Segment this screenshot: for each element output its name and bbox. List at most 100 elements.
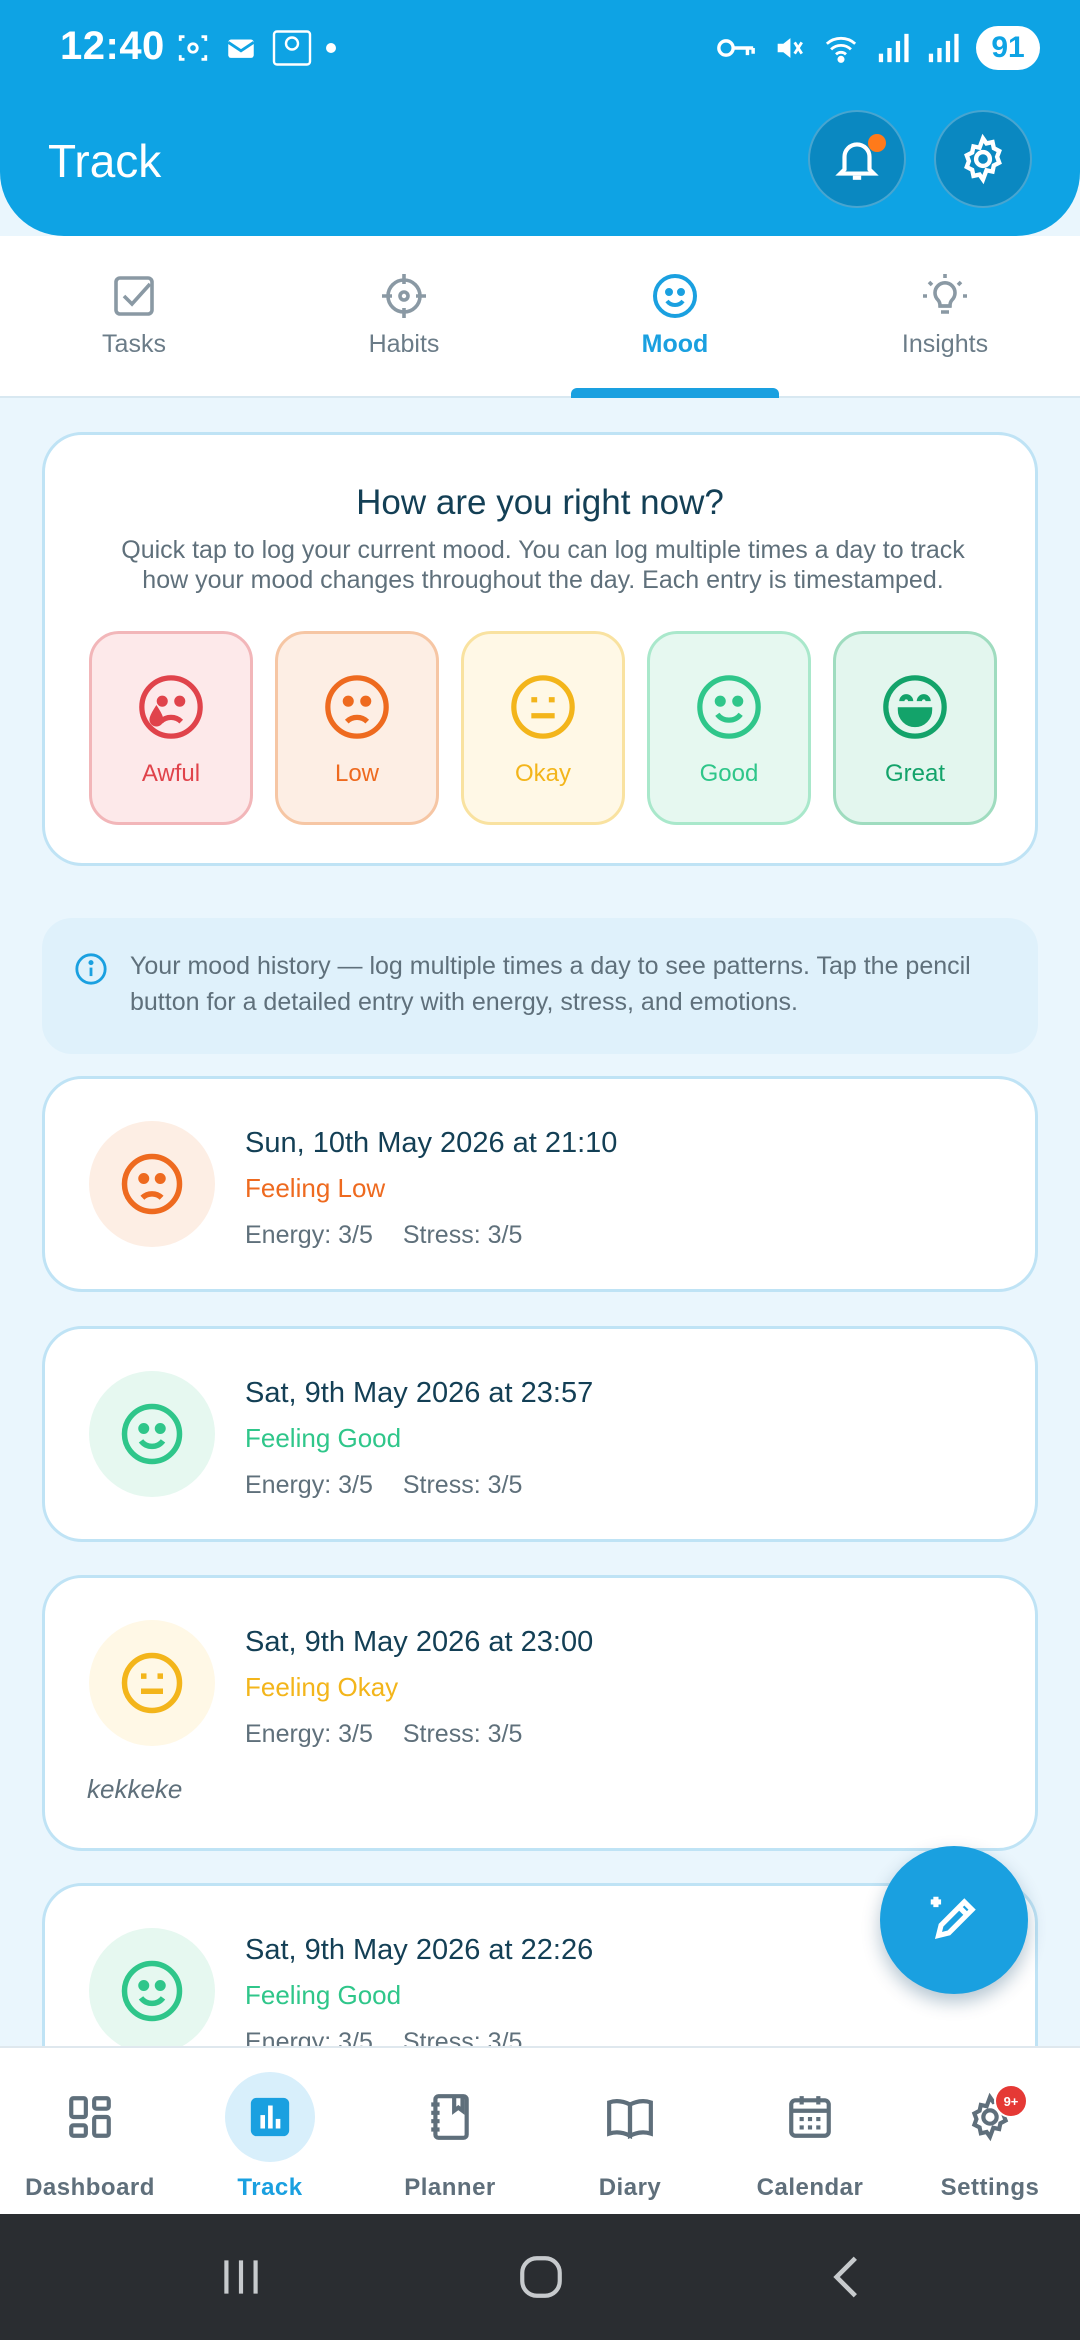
mood-okay-button[interactable]: Okay — [461, 631, 625, 825]
entry-metrics: Energy: 3/5 Stress: 3/5 — [245, 1221, 522, 1250]
lightbulb-icon — [923, 274, 967, 314]
nav-icon — [765, 2072, 855, 2162]
entry-date: Sat, 9th May 2026 at 23:00 — [245, 1626, 594, 1658]
entry-metrics: Energy: 3/5 Stress: 3/5 — [245, 1720, 522, 1749]
frown-icon — [325, 675, 389, 739]
mood-good-button[interactable]: Good — [647, 631, 811, 825]
entry-energy: Energy: 3/5 — [245, 1221, 373, 1249]
mood-label: Awful — [141, 760, 201, 787]
nav-settings[interactable]: Settings — [900, 2048, 1080, 2216]
notifications-button[interactable] — [808, 110, 906, 208]
mood-label: Great — [884, 760, 946, 787]
entry-date: Sat, 9th May 2026 at 22:26 — [245, 1934, 594, 1966]
signal-icon-2 — [928, 33, 959, 63]
mood-history-info: Your mood history — log multiple times a… — [42, 918, 1038, 1054]
entry-energy: Energy: 3/5 — [245, 1471, 373, 1499]
notification-dot — [868, 134, 886, 152]
nav-label: Dashboard — [25, 2174, 155, 2201]
nav-label: Planner — [404, 2174, 496, 2201]
mail-icon — [227, 39, 255, 58]
signal-icon — [878, 33, 909, 63]
wifi-icon — [825, 36, 857, 63]
battery-indicator: 91 — [976, 26, 1040, 70]
mood-log-title: How are you right now? — [356, 483, 724, 522]
gear-icon — [964, 133, 1002, 185]
tab-insights[interactable]: Insights — [845, 272, 1045, 359]
dashboard-icon — [69, 2096, 111, 2138]
mood-awful-button[interactable]: Awful — [89, 631, 253, 825]
nav-diary[interactable]: Diary — [540, 2048, 720, 2216]
neutral-face-icon — [121, 1652, 183, 1714]
entry-note: kekkeke — [87, 1774, 183, 1804]
nav-icon — [945, 2072, 1035, 2162]
nav-icon — [405, 2072, 495, 2162]
nav-label: Calendar — [756, 2174, 864, 2201]
status-system-icons: 91 — [716, 26, 1040, 70]
nav-dashboard[interactable]: Dashboard — [0, 2048, 180, 2216]
mood-great-button[interactable]: Great — [833, 631, 997, 825]
page-title: Track — [48, 135, 162, 187]
mood-avatar — [89, 1928, 215, 2054]
tab-habits[interactable]: Habits — [304, 272, 504, 359]
screenshot-icon — [178, 35, 208, 61]
more-dot-icon — [326, 43, 336, 53]
smile-icon — [121, 1960, 183, 2022]
nav-planner[interactable]: Planner — [360, 2048, 540, 2216]
mood-label: Okay — [514, 760, 571, 787]
home-icon — [520, 2256, 562, 2298]
track-tabs: Tasks Habits Mood Insights — [0, 236, 1080, 398]
mood-entry-card[interactable]: Sat, 9th May 2026 at 23:57 Feeling Good … — [42, 1326, 1038, 1542]
neutral-face-icon — [511, 675, 575, 739]
checkbox-icon — [114, 276, 154, 316]
tab-label: Habits — [368, 330, 440, 358]
entry-feeling: Feeling Low — [245, 1173, 386, 1203]
tab-label: Tasks — [102, 330, 166, 358]
tab-mood[interactable]: Mood — [575, 272, 775, 359]
tab-label: Insights — [901, 330, 989, 358]
mute-icon — [777, 38, 803, 58]
entry-metrics: Energy: 3/5 Stress: 3/5 — [245, 1471, 522, 1500]
entry-date: Sat, 9th May 2026 at 23:57 — [245, 1377, 594, 1409]
detailed-entry-button[interactable] — [880, 1846, 1028, 1994]
status-time: 12:40 — [60, 24, 165, 68]
frown-icon — [121, 1153, 183, 1215]
tab-tasks[interactable]: Tasks — [34, 272, 234, 359]
entry-stress: Stress: 3/5 — [402, 1221, 523, 1249]
grin-icon — [883, 675, 947, 739]
mood-log-card: How are you right now? Quick tap to log … — [42, 432, 1038, 866]
settings-button[interactable] — [934, 110, 1032, 208]
mood-entry-card[interactable]: Sun, 10th May 2026 at 21:10 Feeling Low … — [42, 1076, 1038, 1292]
recent-apps-icon — [224, 2260, 258, 2294]
entry-date: Sun, 10th May 2026 at 21:10 — [245, 1127, 618, 1159]
mood-label: Good — [699, 760, 759, 787]
bottom-navigation: Dashboard Track Planner Diary Calendar S… — [0, 2046, 1080, 2214]
pencil-sparkle-icon — [930, 1896, 976, 1940]
entry-energy: Energy: 3/5 — [245, 1720, 373, 1748]
bar-chart-icon — [250, 2097, 290, 2137]
entry-feeling: Feeling Good — [245, 1980, 402, 2010]
back-icon — [833, 2256, 857, 2298]
nav-track[interactable]: Track — [180, 2048, 360, 2216]
entry-stress: Stress: 3/5 — [402, 1471, 523, 1499]
crosshair-icon — [382, 274, 426, 318]
status-notification-icons — [176, 30, 336, 66]
notebook-icon — [431, 2094, 469, 2140]
smile-icon — [653, 274, 697, 318]
entry-feeling: Feeling Okay — [245, 1672, 399, 1702]
nav-calendar[interactable]: Calendar — [720, 2048, 900, 2216]
mood-log-description: Quick tap to log your current mood. You … — [121, 536, 965, 594]
mood-avatar — [89, 1121, 215, 1247]
crying-face-icon — [139, 675, 203, 739]
tab-label: Mood — [641, 330, 709, 358]
mood-low-button[interactable]: Low — [275, 631, 439, 825]
smile-icon — [697, 675, 761, 739]
status-bar: 12:40 91 — [0, 0, 1080, 100]
info-text: Your mood history — log multiple times a… — [130, 952, 971, 1016]
active-tab-indicator — [571, 388, 779, 398]
mood-entry-card[interactable]: Sat, 9th May 2026 at 23:00 Feeling Okay … — [42, 1575, 1038, 1851]
calendar-icon — [789, 2096, 831, 2138]
nav-icon — [585, 2072, 675, 2162]
vpn-key-icon — [717, 39, 755, 57]
imoo-app-icon — [272, 30, 312, 66]
nav-label: Track — [237, 2174, 303, 2201]
